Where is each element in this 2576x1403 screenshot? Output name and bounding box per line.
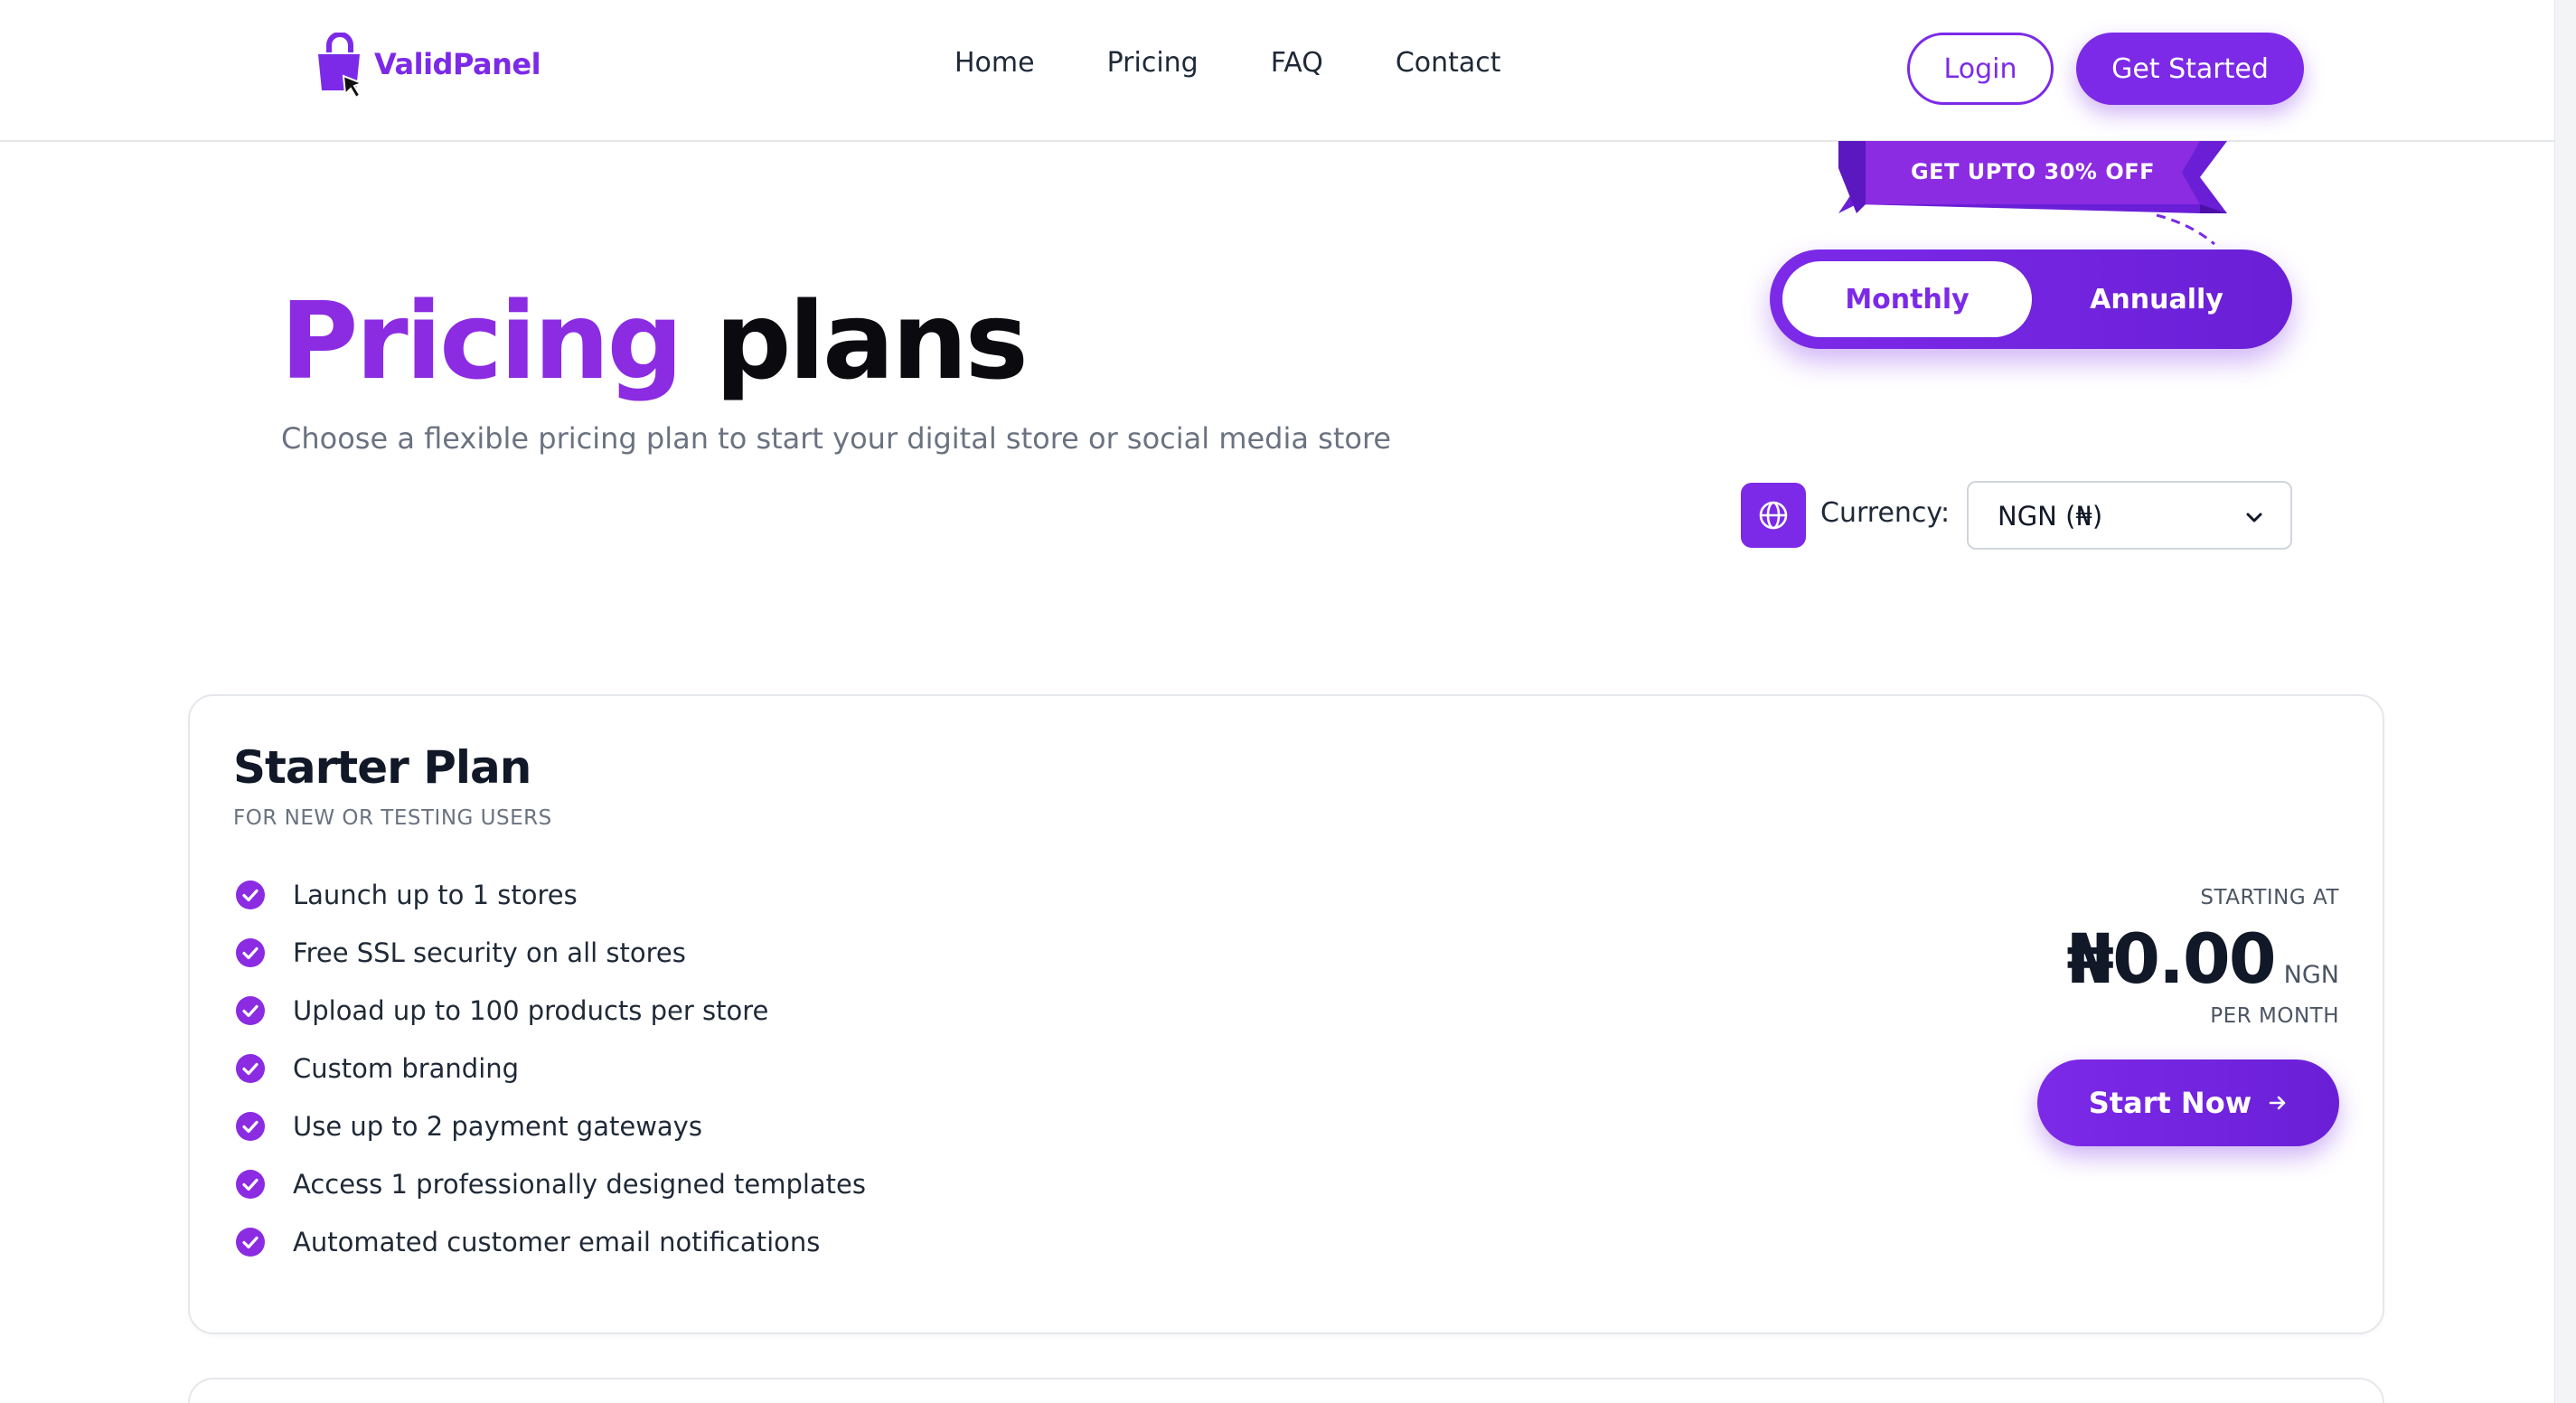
feature-text: Use up to 2 payment gateways: [293, 1111, 702, 1142]
price-currency: NGN: [2283, 961, 2339, 989]
globe-icon: [1759, 501, 1788, 530]
feature-item: Custom branding: [235, 1040, 866, 1097]
page-title: Pricing plans: [280, 287, 1029, 394]
brand-logo[interactable]: ValidPanel: [313, 33, 541, 101]
price-period: PER MONTH: [2210, 1004, 2339, 1028]
start-now-label: Start Now: [2088, 1086, 2252, 1120]
page-subtitle: Choose a flexible pricing plan to start …: [281, 421, 1392, 456]
feature-text: Upload up to 100 products per store: [293, 995, 769, 1026]
price-amount: ₦0.00: [2066, 918, 2276, 999]
site-header: ValidPanel Home Pricing FAQ Contact Logi…: [0, 0, 2576, 142]
promo-ribbon: GET UPTO 30% OFF: [1838, 141, 2227, 213]
currency-value: NGN (₦): [1998, 501, 2103, 532]
feature-list: Launch up to 1 stores Free SSL security …: [235, 866, 866, 1271]
brand-name: ValidPanel: [374, 47, 541, 81]
globe-button[interactable]: [1741, 483, 1806, 548]
page-scrollbar[interactable]: [2554, 0, 2576, 1403]
check-circle-icon: [236, 1112, 265, 1141]
check-circle-icon: [236, 996, 265, 1025]
page-title-accent: Pricing: [280, 278, 683, 403]
price-row: ₦0.00 NGN: [1797, 918, 2339, 999]
plan-card-next: [188, 1378, 2384, 1403]
feature-text: Free SSL security on all stores: [293, 937, 686, 968]
nav-home[interactable]: Home: [954, 47, 1035, 79]
check-circle-icon: [236, 1228, 265, 1257]
billing-toggle: Monthly Annually: [1770, 250, 2292, 349]
feature-text: Access 1 professionally designed templat…: [293, 1169, 867, 1200]
plan-card-starter: Starter Plan FOR NEW OR TESTING USERS La…: [188, 694, 2384, 1334]
feature-item: Access 1 professionally designed templat…: [235, 1155, 866, 1213]
currency-label: Currency:: [1820, 497, 1951, 529]
check-circle-icon: [236, 880, 265, 909]
plan-title: Starter Plan: [233, 741, 531, 794]
feature-text: Custom branding: [293, 1053, 520, 1084]
feature-item: Free SSL security on all stores: [235, 924, 866, 982]
dashed-connector: [2156, 213, 2215, 246]
check-circle-icon: [236, 1054, 265, 1083]
page-title-rest: plans: [715, 278, 1029, 403]
main-nav: Home Pricing FAQ Contact: [954, 47, 1574, 79]
toggle-annually[interactable]: Annually: [2032, 261, 2281, 337]
feature-item: Launch up to 1 stores: [235, 866, 866, 924]
nav-pricing[interactable]: Pricing: [1107, 47, 1199, 79]
start-now-button[interactable]: Start Now: [2037, 1059, 2339, 1146]
starting-at-label: STARTING AT: [2200, 886, 2339, 909]
get-started-button[interactable]: Get Started: [2076, 33, 2304, 105]
shopping-bag-icon: [318, 33, 364, 99]
nav-faq[interactable]: FAQ: [1271, 47, 1323, 79]
promo-text: GET UPTO 30% OFF: [1910, 159, 2156, 184]
feature-item: Automated customer email notifications: [235, 1213, 866, 1271]
price-block: STARTING AT ₦0.00 NGN PER MONTH: [1797, 886, 2339, 1028]
feature-item: Upload up to 100 products per store: [235, 982, 866, 1040]
arrow-right-icon: [2269, 1096, 2286, 1110]
check-circle-icon: [236, 1170, 265, 1199]
currency-select[interactable]: NGN (₦): [1967, 481, 2292, 550]
feature-text: Automated customer email notifications: [293, 1227, 821, 1257]
login-button[interactable]: Login: [1907, 33, 2054, 105]
check-circle-icon: [236, 938, 265, 967]
nav-contact[interactable]: Contact: [1396, 47, 1501, 79]
plan-tagline: FOR NEW OR TESTING USERS: [233, 806, 552, 830]
chevron-down-icon: [2246, 513, 2262, 523]
feature-item: Use up to 2 payment gateways: [235, 1097, 866, 1155]
feature-text: Launch up to 1 stores: [293, 880, 578, 910]
toggle-monthly[interactable]: Monthly: [1782, 261, 2032, 337]
